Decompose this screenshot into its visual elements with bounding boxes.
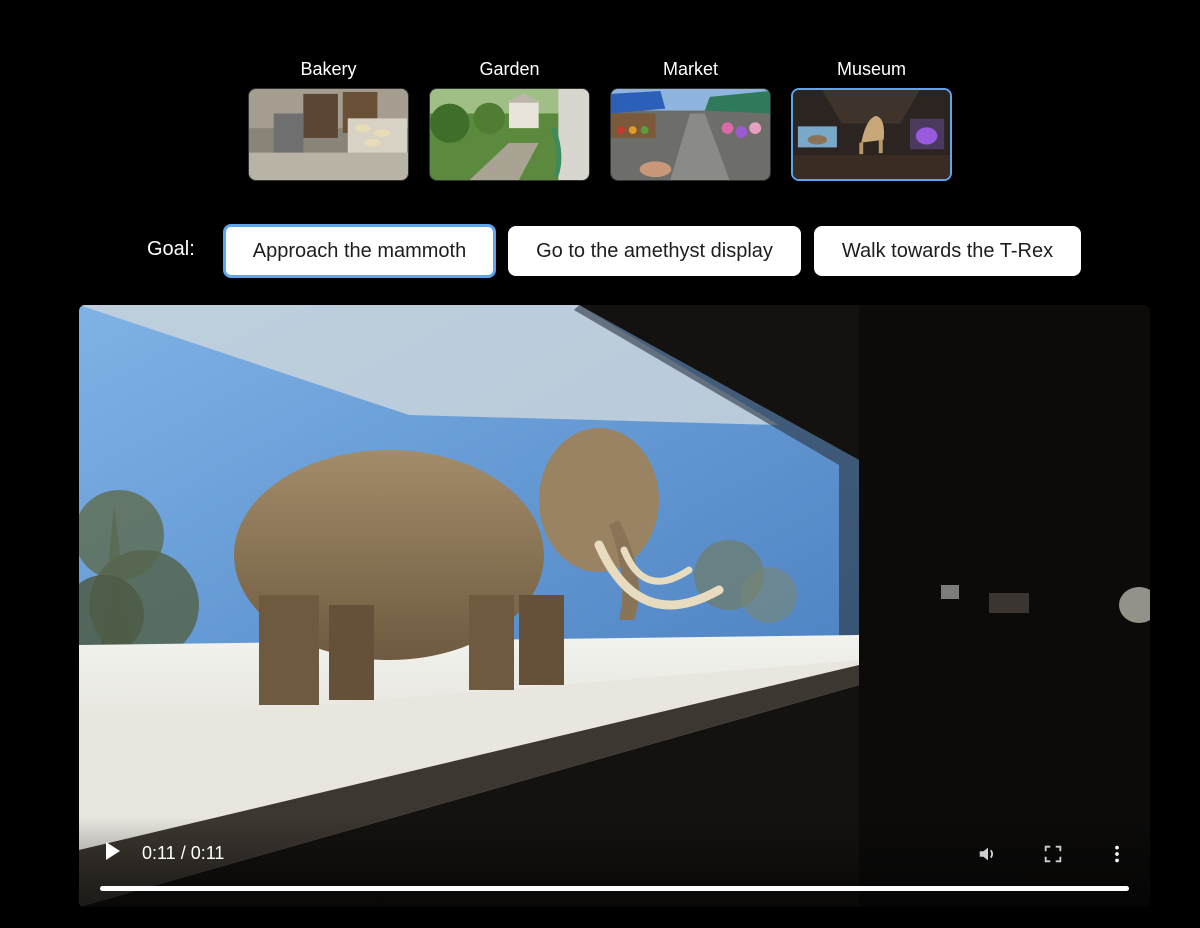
goal-selector: Goal: Approach the mammoth Go to the ame… bbox=[0, 224, 1200, 278]
goal-approach-mammoth-button[interactable]: Approach the mammoth bbox=[223, 224, 496, 278]
progress-fill bbox=[100, 886, 1129, 891]
more-vert-icon[interactable] bbox=[1106, 843, 1128, 865]
time-display: 0:11 / 0:11 bbox=[142, 843, 225, 863]
goal-amethyst-display-button[interactable]: Go to the amethyst display bbox=[508, 226, 801, 276]
goal-trex-button[interactable]: Walk towards the T-Rex bbox=[814, 226, 1081, 276]
fullscreen-icon[interactable] bbox=[1042, 843, 1064, 865]
scene-garden[interactable]: Garden bbox=[429, 58, 590, 181]
scene-museum[interactable]: Museum bbox=[791, 58, 952, 181]
scene-market[interactable]: Market bbox=[610, 58, 771, 181]
video-player[interactable]: 0:11 / 0:11 bbox=[79, 305, 1150, 907]
scene-thumbnail-museum[interactable] bbox=[791, 88, 952, 181]
scene-thumbnail-garden[interactable] bbox=[429, 88, 590, 181]
scene-selector: Bakery Garden Market Museum bbox=[0, 58, 1200, 181]
scene-label: Market bbox=[662, 59, 718, 79]
scene-label: Museum bbox=[836, 59, 907, 79]
scene-label: Garden bbox=[479, 59, 540, 79]
scene-thumbnail-market[interactable] bbox=[610, 88, 771, 181]
scene-label: Bakery bbox=[300, 59, 357, 79]
progress-bar[interactable] bbox=[100, 886, 1129, 891]
play-icon[interactable] bbox=[103, 839, 123, 863]
goal-label: Goal: bbox=[147, 238, 195, 260]
video-controls: 0:11 / 0:11 bbox=[79, 817, 1150, 907]
volume-icon[interactable] bbox=[977, 843, 999, 865]
scene-thumbnail-bakery[interactable] bbox=[248, 88, 409, 181]
scene-bakery[interactable]: Bakery bbox=[248, 58, 409, 181]
